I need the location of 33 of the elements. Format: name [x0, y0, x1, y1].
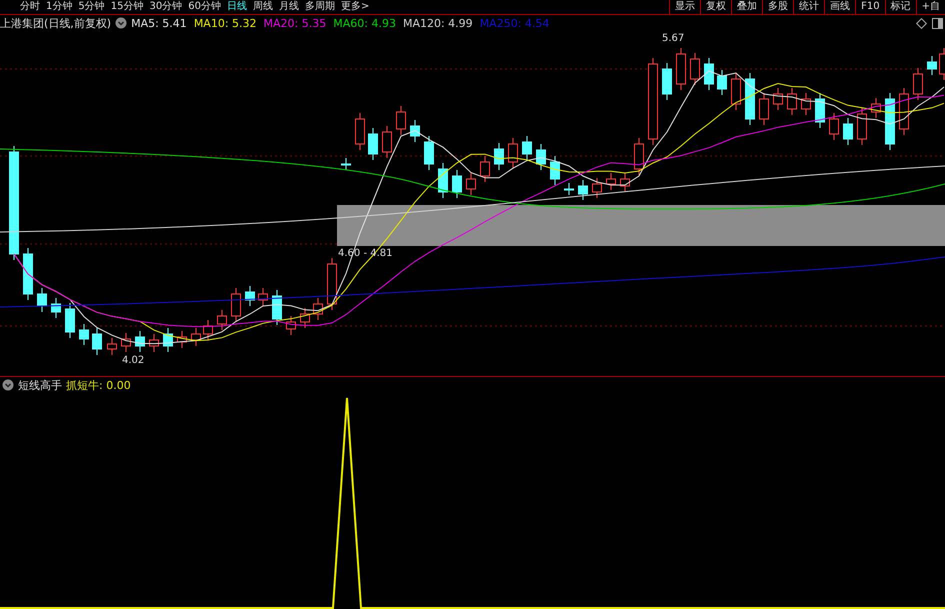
toolbar-button[interactable]: 叠加 — [731, 0, 762, 14]
period-tab[interactable]: 60分钟 — [188, 0, 221, 14]
period-tab[interactable]: 分时 — [20, 0, 40, 14]
indicator-title: 短线高手 — [18, 378, 62, 392]
period-tab[interactable]: 月线 — [278, 0, 299, 14]
period-tab[interactable]: 5分钟 — [78, 0, 105, 14]
period-tab[interactable]: 30分钟 — [149, 0, 182, 14]
indicator-value: MA5: 5.41 — [131, 16, 187, 30]
period-tab[interactable]: 更多> — [340, 0, 370, 14]
indicator-value: 抓短牛: 0.00 — [66, 378, 131, 392]
toolbar-button[interactable]: 复权 — [700, 0, 732, 14]
toolbar-button[interactable]: 显示 — [669, 0, 700, 14]
diamond-icon[interactable] — [916, 18, 927, 28]
price-label: 5.67 — [662, 33, 684, 44]
toolbar-button[interactable]: F10 — [855, 0, 885, 14]
period-tab[interactable]: 日线 — [226, 0, 247, 14]
indicator-value: MA10: 5.32 — [194, 16, 257, 30]
toolbar-button[interactable]: 多股 — [762, 0, 794, 14]
panel-icon[interactable] — [932, 18, 943, 28]
toolbar-button[interactable]: +自 — [916, 0, 945, 14]
stock-title: 上港集团(日线,前复权) — [0, 16, 112, 30]
period-tab[interactable]: 15分钟 — [110, 0, 144, 14]
toolbar-button[interactable]: 统计 — [793, 0, 824, 14]
period-tab[interactable]: 多周期 — [304, 0, 335, 14]
period-tab[interactable]: 周线 — [252, 0, 273, 14]
period-tab[interactable]: 1分钟 — [46, 0, 72, 14]
indicator-value: MA20: 5.35 — [264, 16, 326, 30]
price-label: 4.02 — [122, 355, 144, 366]
toolbar-button[interactable]: 画线 — [824, 0, 856, 14]
toolbar-button[interactable]: 标记 — [884, 0, 916, 14]
indicator-value: MA120: 4.99 — [402, 16, 473, 30]
indicator-value: MA60: 4.93 — [333, 16, 396, 30]
indicator-value: MA250: 4.54 — [480, 16, 550, 30]
